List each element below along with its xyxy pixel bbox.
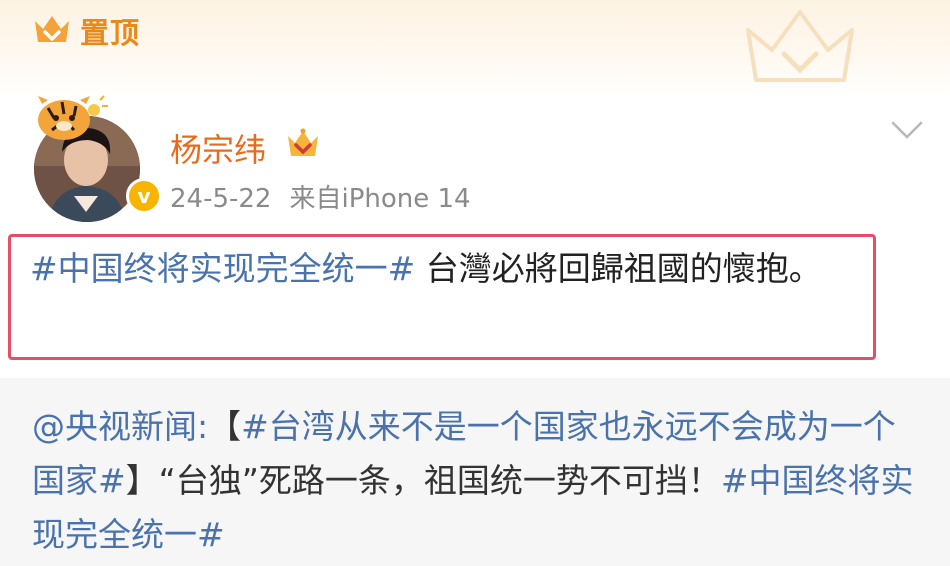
username[interactable]: 杨宗纬 — [170, 125, 266, 171]
topic-tag-link[interactable]: #中国终将实现完全统一# — [30, 249, 415, 288]
chevron-down-icon[interactable] — [890, 118, 924, 142]
crown-watermark-icon — [746, 10, 854, 82]
post-meta: 24-5-22 来自iPhone 14 — [170, 178, 471, 215]
tiger-sticker-icon — [38, 95, 108, 140]
pinned-label: 置顶 — [80, 16, 141, 50]
post-date: 24-5-22 — [170, 184, 272, 214]
post-body: 台灣必將回歸祖國的懷抱。 — [415, 249, 822, 288]
bracket-close: 】 — [125, 461, 159, 500]
repost-card[interactable]: @央视新闻:【#台湾从来不是一个国家也永远不会成为一个国家#】“台独”死路一条，… — [0, 378, 950, 566]
crown-icon — [35, 16, 69, 42]
mention-link[interactable]: @央视新闻: — [32, 407, 208, 446]
post-text: #中国终将实现完全统一# 台灣必將回歸祖國的懷抱。 — [30, 244, 868, 294]
pinned-banner: 置顶 — [0, 0, 950, 96]
post-source: 来自iPhone 14 — [289, 184, 471, 214]
avatar-container[interactable]: v — [28, 92, 162, 222]
repost-text: @央视新闻:【#台湾从来不是一个国家也永远不会成为一个国家#】“台独”死路一条，… — [32, 400, 922, 562]
weibo-post-card: 置顶 v 杨宗纬 24-5-22 来自iPhone 14 #中国终将实现完全统一… — [0, 0, 950, 566]
repost-body: “台独”死路一条，祖国统一势不可挡！ — [158, 461, 721, 500]
bracket-open: 【 — [208, 407, 242, 446]
verified-badge-icon: v — [126, 178, 162, 214]
vip-crown-icon — [288, 128, 318, 156]
